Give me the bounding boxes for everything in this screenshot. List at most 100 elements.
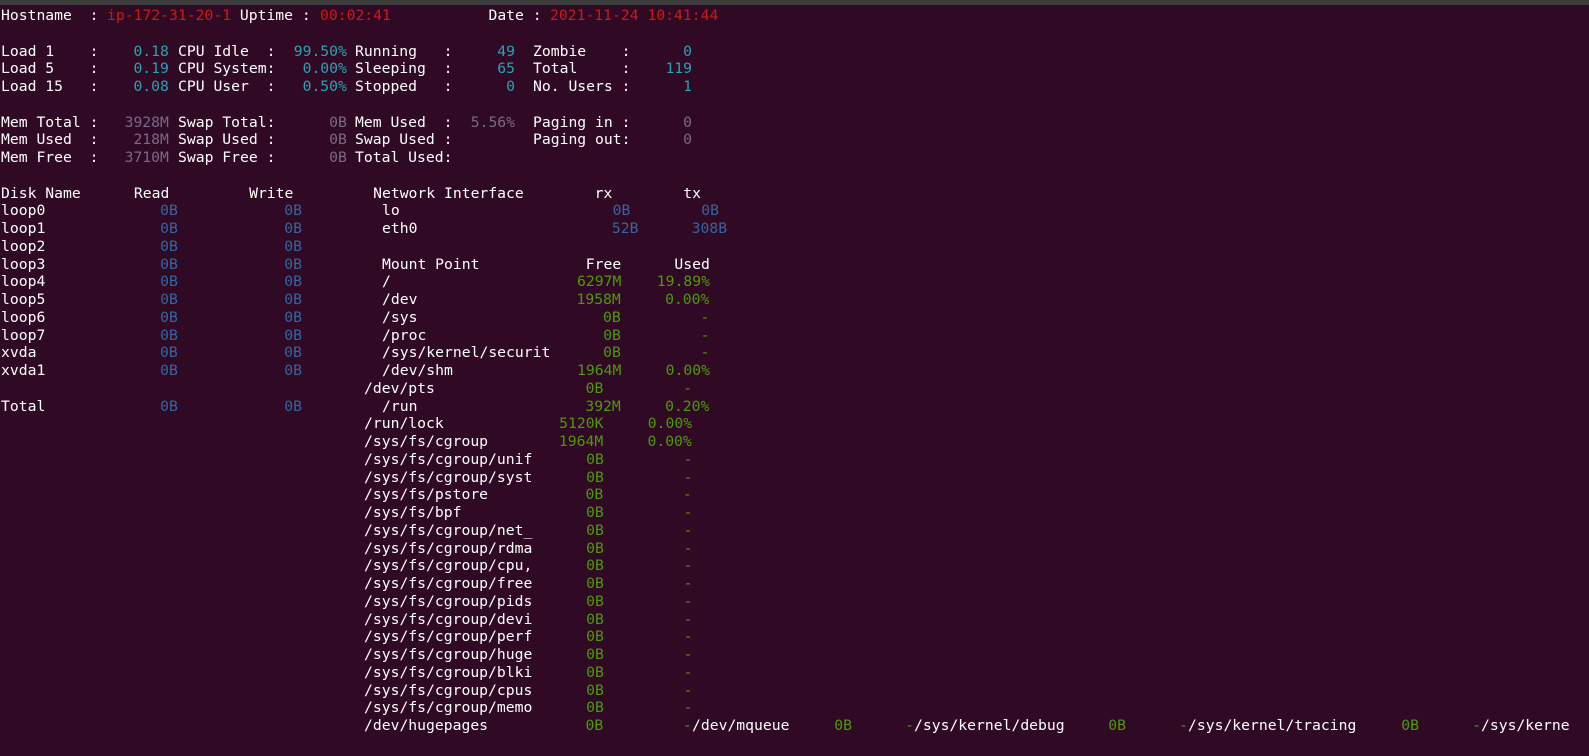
terminal-label [1,486,364,504]
terminal-label: No. Users : [532,78,631,95]
terminal-label [1,469,364,487]
terminal-value: 5.56% [452,113,533,131]
terminal-label: /sys/kernel/tracing [1188,717,1357,734]
terminal-label: / [381,273,391,291]
terminal-label: CPU System: [178,60,276,78]
terminal-value: 0B 0B [45,273,382,291]
terminal-value: 0B - [550,344,710,362]
terminal-label [1,433,364,451]
terminal-value: 392M 0.20% [417,397,710,415]
terminal-label [1,593,364,611]
terminal-value: 0.00% [275,60,356,78]
terminal-label: xvda1 [1,362,46,379]
terminal-value: 0.18 [98,42,179,60]
terminal-label: Mem Free : [1,149,99,166]
terminal-value: 0B - [532,592,693,610]
terminal-label: /sys/kernel/securit [381,344,551,362]
terminal-label: /sys/fs/cgroup/huge [364,646,533,663]
terminal-value: 2021-11-24 10:41:44 [550,7,719,24]
terminal-label: /sys/fs/cgroup/net_ [364,521,533,539]
terminal-value: 0B - [532,450,693,468]
terminal-value: 0B - [532,575,693,592]
terminal-value: 1958M 0.00% [417,291,710,308]
terminal-label: /run [381,397,418,415]
terminal-label: Swap Used : [355,131,453,149]
terminal-value: 0B 0B [45,397,382,415]
terminal-value: 0.19 [98,60,179,78]
terminal-label: Load 1 : [1,42,99,60]
terminal-value: 3710M [98,149,179,166]
terminal-label [1,699,364,717]
terminal-value: 0B 0B [45,291,382,308]
terminal-label: loop5 [1,291,46,308]
terminal-label: Hostname : [1,7,108,24]
terminal-value: 0B [275,149,356,166]
terminal-label: /sys/fs/cgroup/unif [364,450,533,468]
terminal-label: /dev/hugepages [364,717,489,734]
terminal-value: 0B 0B [45,255,382,273]
terminal-label [1,575,364,593]
terminal-value: 0B [275,131,356,149]
terminal-value: 0.08 [98,78,179,95]
terminal-label: CPU Idle : [178,42,276,60]
terminal-label: Stopped : [355,78,453,95]
terminal-value: 0B 0B [36,344,382,362]
terminal-value: 0B - [532,699,693,717]
terminal-label: /sys/fs/pstore [364,486,489,504]
terminal-label: loop1 [1,220,46,237]
terminal-value: 0B - [1356,717,1481,734]
terminal-label [1,717,364,735]
terminal-label: Zombie : [532,42,631,60]
terminal-label: Paging in : [532,113,631,131]
terminal-label: loop3 [1,255,46,273]
terminal-label: /sys/fs/cgroup/syst [364,468,533,486]
terminal-value: 65 [452,60,533,78]
terminal-value: ip-172-31-20-1 [107,7,232,24]
terminal-value: 0B - [532,468,693,486]
terminal-value: 99.50% [275,42,356,60]
terminal-label: /sys/kernel/debug [913,717,1065,734]
terminal-label [1,540,364,558]
terminal-value: 0B - [532,521,693,539]
terminal-label: loop2 [1,237,46,255]
terminal-value: 0B [275,113,356,131]
terminal-label [1,504,364,522]
terminal-label: Sleeping : [355,60,453,78]
terminal-value: 0 [452,78,533,95]
terminal-value: 0B - [1064,717,1189,734]
terminal-label: /dev/mqueue [692,717,790,734]
terminal-value: 0B 0B [45,237,303,255]
terminal-label: /sys/fs/cgroup/blki [364,663,533,681]
terminal-label: /sys/fs/cgroup/rdma [364,539,533,557]
terminal-value: 6297M 19.89% [390,273,710,291]
terminal-label: /proc [381,326,427,344]
terminal-value: 0 [630,42,693,60]
terminal-label [1,682,364,700]
terminal-label: Swap Total: [178,113,276,131]
terminal-label: /sys/fs/cgroup/memo [364,699,533,717]
terminal-label: Mem Total : [1,113,99,131]
terminal-value: 0B - [532,610,693,628]
terminal-value: 0B - [532,646,693,663]
terminal-value: 0 [630,131,693,149]
terminal-label: Date : [390,7,551,24]
terminal-label: /sys/kerne [1480,717,1570,734]
terminal-label [1,415,364,433]
terminal-label [1,380,364,398]
terminal-label: Swap Free : [178,149,276,166]
terminal-label: Total : [532,60,631,78]
terminal-label [1,557,364,575]
terminal-value: 119 [630,60,693,78]
terminal-label: /sys/fs/cgroup/cpu, [364,557,533,575]
terminal-value: 1 [630,78,693,95]
terminal-label: Mount Point Free Used [381,255,710,273]
terminal-value: 0B 0B [45,220,382,237]
terminal-value: 0B 0B [45,362,382,379]
terminal-label: Mem Used : [355,113,453,131]
terminal-label: /sys/fs/cgroup/perf [364,628,533,646]
terminal-value: 3928M [98,113,179,131]
terminal-label [1,664,364,682]
terminal-label: Total Used: [355,149,453,166]
terminal-label: /sys/fs/cgroup/free [364,575,533,592]
terminal-label: Load 15 : [1,78,99,95]
